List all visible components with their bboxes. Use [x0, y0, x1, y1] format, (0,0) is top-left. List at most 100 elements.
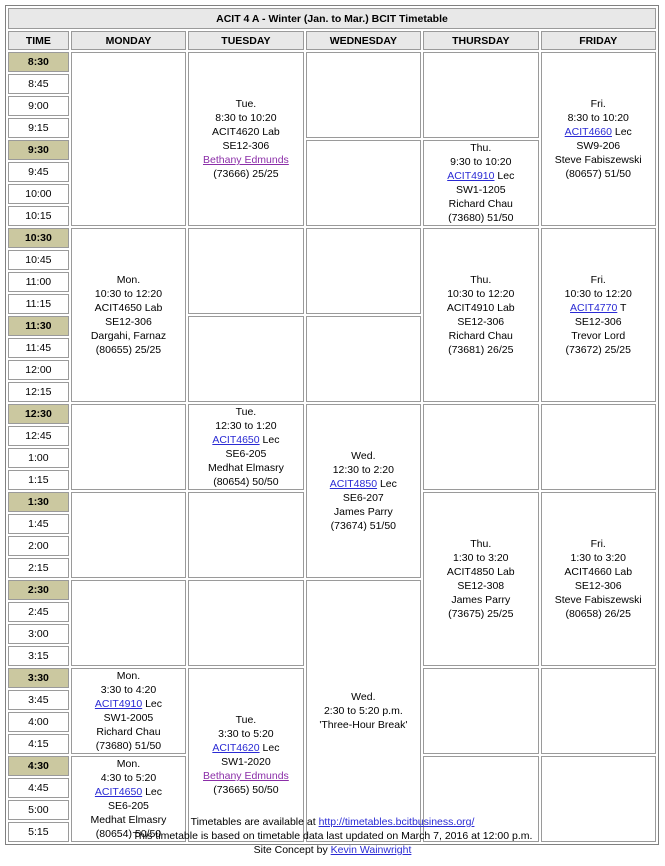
time-cell: 9:30: [8, 140, 69, 160]
time-cell: 11:45: [8, 338, 69, 358]
class-course-line: ACIT4620 Lec: [189, 741, 302, 755]
class-block: Thu. 10:30 to 12:20 ACIT4910 Lab SE12-306 Ri…: [423, 228, 539, 402]
class-time: 12:30 to 1:20: [215, 420, 277, 432]
class-block: Wed. 2:30 to 5:20 p.m. 'Three-Hour Break': [305, 580, 422, 842]
empty-slot: [70, 404, 187, 490]
empty-slot: [188, 316, 304, 402]
header-friday: FRIDAY: [540, 31, 656, 50]
class-course: ACIT4660 Lab: [564, 566, 633, 578]
time-row: 10:30 Mon. 10:30 to 12:20 ACIT4650 Lab SE12-…: [8, 228, 656, 402]
time-cell: 3:45: [8, 690, 69, 710]
class-block: Fri. 8:30 to 10:20 ACIT4660 Lec SW9-206 Stev…: [540, 52, 656, 226]
class-course-line: ACIT4650 Lec: [72, 785, 185, 799]
class-instructor: Richard Chau: [96, 726, 161, 738]
header-monday: MONDAY: [70, 31, 187, 50]
class-room: SE6-205: [225, 448, 267, 460]
time-cell: 11:30: [8, 316, 69, 336]
header-wednesday: WEDNESDAY: [305, 31, 422, 50]
class-day: Fri.: [590, 274, 606, 286]
class-block: Tue. 12:30 to 1:20 ACIT4650 Lec SE6-205 Medh…: [188, 404, 304, 490]
time-cell: 11:00: [8, 272, 69, 292]
class-instructor: Richard Chau: [448, 198, 513, 210]
time-cell: 10:00: [8, 184, 69, 204]
course-link[interactable]: ACIT4620: [212, 742, 259, 754]
class-instructor: Trevor Lord: [571, 330, 626, 342]
class-type: T: [620, 302, 627, 314]
course-link[interactable]: ACIT4660: [565, 126, 612, 138]
class-instructor: Dargahi, Farnaz: [90, 330, 167, 342]
class-crn: (73680) 51/50: [448, 212, 514, 224]
header-row: TIME MONDAY TUESDAY WEDNESDAY THURSDAY F…: [8, 31, 656, 50]
class-course: ACIT4650 Lab: [94, 302, 163, 314]
class-room: SE12-306: [105, 316, 152, 328]
time-cell: 1:15: [8, 470, 69, 490]
time-cell: 9:15: [8, 118, 69, 138]
empty-slot: [540, 668, 656, 754]
course-link[interactable]: ACIT4770: [570, 302, 617, 314]
class-time: 10:30 to 12:20: [564, 288, 632, 300]
time-cell: 1:00: [8, 448, 69, 468]
class-crn: (73674) 51/50: [330, 520, 397, 532]
empty-slot: [305, 228, 422, 314]
footer-line-3: Site Concept by Kevin Wainwright: [0, 843, 665, 857]
class-block: Wed. 12:30 to 2:20 ACIT4850 Lec SE6-207 Jame…: [305, 404, 422, 578]
time-cell: 3:30: [8, 668, 69, 688]
class-crn: (73665) 50/50: [213, 784, 279, 796]
footer-line-1: Timetables are available at http://timet…: [0, 815, 665, 829]
instructor-link[interactable]: Bethany Edmunds: [203, 154, 289, 166]
timetables-link[interactable]: http://timetables.bcitbusiness.org/: [319, 816, 475, 828]
class-course-line: ACIT4660 Lec: [542, 125, 656, 139]
time-cell: 8:45: [8, 74, 69, 94]
class-type: Lec: [145, 698, 163, 710]
class-block: Fri. 1:30 to 3:20 ACIT4660 Lab SE12-306 Stev…: [540, 492, 656, 666]
time-cell: 9:45: [8, 162, 69, 182]
empty-slot: [423, 52, 539, 138]
time-cell: 12:45: [8, 426, 69, 446]
empty-slot: [305, 316, 422, 402]
course-link[interactable]: ACIT4910: [447, 170, 494, 182]
class-room: SE12-306: [574, 316, 622, 328]
time-cell: 4:15: [8, 734, 69, 754]
class-day: Thu.: [470, 538, 492, 550]
class-crn: (73675) 25/25: [448, 608, 514, 620]
class-time: 8:30 to 10:20: [567, 112, 629, 124]
class-room: SW1-2020: [221, 756, 271, 768]
time-cell: 4:00: [8, 712, 69, 732]
class-course-line: ACIT4910 Lec: [424, 169, 537, 183]
class-room: SE12-306: [574, 580, 622, 592]
class-time: 10:30 to 12:20: [94, 288, 163, 300]
empty-slot: [423, 668, 539, 754]
class-time: 3:30 to 4:20: [100, 684, 157, 696]
time-cell: 9:00: [8, 96, 69, 116]
class-room: SW1-2005: [103, 712, 154, 724]
time-row: 8:30 Tue. 8:30 to 10:20 ACIT4620 Lab SE12-30…: [8, 52, 656, 226]
course-link[interactable]: ACIT4650: [212, 434, 259, 446]
timetable: ACIT 4 A - Winter (Jan. to Mar.) BCIT Ti…: [5, 5, 659, 845]
class-course: ACIT4910 Lab: [446, 302, 515, 314]
time-cell: 1:30: [8, 492, 69, 512]
instructor-link[interactable]: Bethany Edmunds: [203, 770, 289, 782]
class-instructor: James Parry: [333, 506, 393, 518]
class-type: Lec: [262, 434, 280, 446]
class-block: Mon. 3:30 to 4:20 ACIT4910 Lec SW1-2005 Rich…: [70, 668, 187, 754]
time-cell: 2:00: [8, 536, 69, 556]
class-instructor: Richard Chau: [448, 330, 513, 342]
author-link[interactable]: Kevin Wainwright: [331, 844, 412, 856]
class-day: Mon.: [116, 758, 141, 770]
class-course: ACIT4850 Lab: [446, 566, 515, 578]
time-cell: 10:30: [8, 228, 69, 248]
class-time: 1:30 to 3:20: [453, 552, 509, 564]
timetable-title: ACIT 4 A - Winter (Jan. to Mar.) BCIT Ti…: [8, 8, 656, 29]
class-day: Fri.: [590, 98, 606, 110]
class-time: 2:30 to 5:20 p.m.: [323, 705, 403, 717]
class-block: Tue. 8:30 to 10:20 ACIT4620 Lab SE12-306 Bet…: [188, 52, 304, 226]
empty-slot: [305, 52, 422, 138]
header-tuesday: TUESDAY: [188, 31, 304, 50]
course-link[interactable]: ACIT4650: [95, 786, 142, 798]
empty-slot: [70, 580, 187, 666]
class-time: 3:30 to 5:20: [218, 728, 274, 740]
course-link[interactable]: ACIT4850: [330, 478, 377, 490]
course-link[interactable]: ACIT4910: [95, 698, 142, 710]
class-day: Wed.: [351, 691, 376, 703]
class-room: SE12-306: [457, 316, 505, 328]
